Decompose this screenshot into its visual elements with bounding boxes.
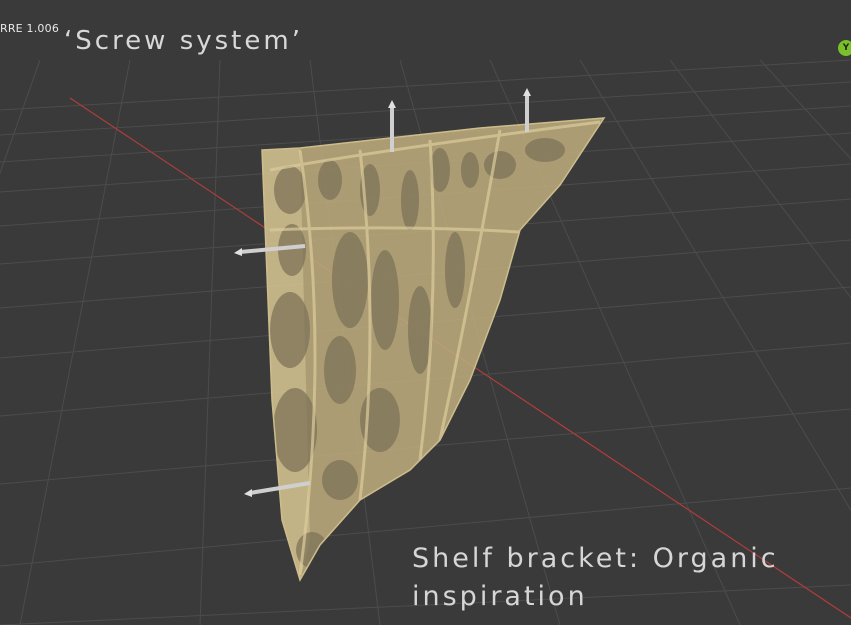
3d-viewport[interactable] (0, 0, 851, 625)
slide-title: ‘Screw system’ (64, 26, 303, 56)
shelf-bracket-model[interactable] (261, 117, 606, 582)
caption-line-1: Shelf bracket: Organic (412, 543, 779, 574)
y-axis-gizmo-icon[interactable]: Y (838, 40, 851, 56)
object-name-label: RRE 1.006 (0, 22, 60, 35)
caption-line-2: inspiration (412, 581, 588, 612)
caption-text: Shelf bracket: Organic inspiration (412, 540, 832, 616)
